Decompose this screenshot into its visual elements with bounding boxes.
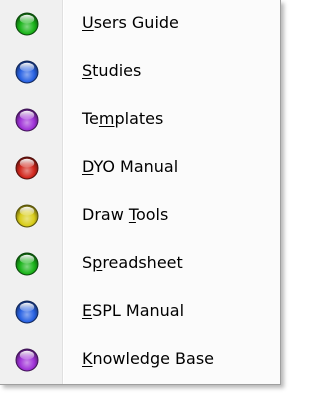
menu-item-dyo-manual[interactable]: DYO Manual [0,144,280,192]
red-orb-icon [15,156,39,180]
menu-item-draw-tools[interactable]: Draw Tools [0,192,280,240]
menu-item-label: Knowledge Base [82,349,215,368]
context-menu: Users Guide Studies Templates DYO Manual… [0,0,281,385]
menu-item-label: DYO Manual [82,157,179,176]
menu-item-label: Spreadsheet [82,253,183,272]
menu-item-knowledge-base[interactable]: Knowledge Base [0,336,280,384]
yellow-orb-icon [15,204,39,228]
menu-item-espl-manual[interactable]: ESPL Manual [0,288,280,336]
menu-item-label: Studies [82,61,142,80]
menu-item-studies[interactable]: Studies [0,48,280,96]
menu-item-label: ESPL Manual [82,301,185,320]
blue-orb-icon [15,60,39,84]
green-orb-icon [15,252,39,276]
menu-item-label: Templates [82,109,164,128]
menu-item-label: Users Guide [82,13,179,32]
blue-orb-icon [15,300,39,324]
menu-item-spreadsheet[interactable]: Spreadsheet [0,240,280,288]
menu-item-users-guide[interactable]: Users Guide [0,0,280,48]
menu-item-templates[interactable]: Templates [0,96,280,144]
green-orb-icon [15,12,39,36]
menu-item-label: Draw Tools [82,205,169,224]
purple-orb-icon [15,108,39,132]
purple-orb-icon [15,348,39,372]
